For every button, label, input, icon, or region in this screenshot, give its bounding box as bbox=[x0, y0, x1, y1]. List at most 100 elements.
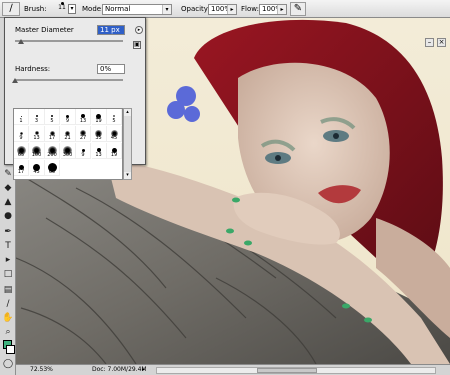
quick-mask-icon[interactable]: ◯ bbox=[2, 358, 14, 370]
flow-label: Flow: bbox=[241, 5, 259, 13]
master-diameter-label: Master Diameter bbox=[15, 26, 74, 34]
fill-tool-icon[interactable]: ◆ bbox=[2, 182, 14, 194]
brush-preset-size: 17 bbox=[48, 135, 56, 141]
scroll-down-icon[interactable]: ▾ bbox=[124, 172, 131, 179]
brush-preset[interactable]: 13 bbox=[76, 109, 91, 125]
close-icon[interactable]: × bbox=[437, 38, 446, 47]
brush-preset-size: 5 bbox=[112, 118, 116, 124]
brush-tip-icon bbox=[20, 115, 22, 117]
brush-preset[interactable]: 17 bbox=[45, 126, 60, 142]
brush-preset-size: 19 bbox=[110, 152, 118, 158]
path-select-tool-icon[interactable]: ▸ bbox=[2, 254, 14, 266]
brush-preset-size: 300 bbox=[62, 152, 73, 158]
opacity-label: Opacity: bbox=[181, 5, 210, 13]
brush-preset[interactable]: 45 bbox=[107, 126, 122, 142]
new-preset-icon[interactable]: ▣ bbox=[133, 41, 141, 49]
picker-menu-icon[interactable]: ▸ bbox=[135, 26, 143, 34]
background-color-swatch[interactable] bbox=[6, 345, 15, 354]
type-tool-icon[interactable]: T bbox=[2, 240, 14, 252]
brush-preset-size: 45 bbox=[110, 135, 118, 141]
mode-select[interactable]: Normal ▾ bbox=[102, 4, 172, 15]
brush-preset[interactable]: 3 bbox=[29, 109, 45, 125]
brush-preset-preview[interactable]: 11 bbox=[57, 1, 67, 17]
preset-scrollbar[interactable]: ▴ ▾ bbox=[123, 108, 132, 180]
master-diameter-input[interactable]: 11 px bbox=[97, 25, 125, 35]
scrollbar-thumb[interactable] bbox=[257, 368, 317, 373]
brush-preset-size: 100 bbox=[31, 152, 42, 158]
status-bar: 72.53% Doc: 7.00M/29.4M ▸ bbox=[16, 364, 450, 375]
brush-tip-icon bbox=[113, 115, 115, 117]
blur-tool-icon[interactable]: ▲ bbox=[2, 196, 14, 208]
brush-preset[interactable]: 35 bbox=[91, 126, 107, 142]
zoom-tool-icon[interactable]: ⌕ bbox=[2, 326, 14, 338]
hand-tool-icon[interactable]: ✋ bbox=[2, 312, 14, 324]
chevron-down-icon: ▾ bbox=[162, 5, 171, 14]
brush-tool-icon[interactable]: ∕ bbox=[2, 2, 20, 16]
brush-preset[interactable]: 19 bbox=[91, 109, 107, 125]
airbrush-toggle-icon[interactable]: ✎ bbox=[290, 2, 306, 16]
brush-preset-size: 9 bbox=[65, 118, 70, 124]
notes-tool-icon[interactable]: ▤ bbox=[2, 284, 14, 296]
mode-label: Mode: bbox=[82, 5, 104, 13]
chevron-right-icon[interactable]: ▸ bbox=[227, 5, 236, 14]
brush-preset-size: 19 bbox=[95, 118, 102, 124]
hardness-slider[interactable] bbox=[15, 79, 123, 81]
slider-knob-icon[interactable] bbox=[12, 78, 18, 83]
brush-preset-size: 9 bbox=[81, 152, 85, 158]
document-size: Doc: 7.00M/29.4M bbox=[92, 366, 147, 373]
brush-preset[interactable]: 13 bbox=[29, 126, 45, 142]
brush-preset[interactable]: 21 bbox=[60, 126, 76, 142]
eyedropper-tool-icon[interactable]: ∕ bbox=[2, 298, 14, 310]
brush-preset-size: 17 bbox=[17, 169, 25, 175]
brush-preset-picker: Master Diameter 11 px ▸ ▣ Hardness: 0% 1… bbox=[4, 17, 146, 180]
brush-preset-size: 13 bbox=[95, 152, 102, 158]
pen-tool-icon[interactable]: ✒ bbox=[2, 226, 14, 238]
brush-preset-size: 35 bbox=[95, 135, 102, 141]
horizontal-scrollbar[interactable] bbox=[156, 367, 436, 374]
brush-preset-size: 45 bbox=[33, 169, 40, 175]
brush-preset[interactable]: 5 bbox=[107, 109, 122, 125]
brush-preset-size: 13 bbox=[33, 135, 40, 141]
brush-preset[interactable]: 27 bbox=[76, 126, 91, 142]
brush-preset[interactable]: 9 bbox=[76, 143, 91, 159]
mode-value: Normal bbox=[105, 5, 131, 13]
brush-preset[interactable]: 300 bbox=[60, 143, 76, 159]
brush-preset-size: 1 bbox=[19, 118, 23, 124]
brush-picker-button[interactable]: ▾ bbox=[68, 4, 76, 14]
brush-preset[interactable]: 5 bbox=[45, 109, 60, 125]
brush-preset[interactable]: 17 bbox=[14, 160, 29, 176]
brush-preset-size: 27 bbox=[79, 135, 87, 141]
brush-size: 11 bbox=[58, 4, 66, 11]
brush-preset-size: 9 bbox=[19, 135, 23, 141]
minimize-icon[interactable]: – bbox=[425, 38, 434, 47]
brush-tip-icon bbox=[51, 115, 53, 117]
brush-preset[interactable]: 9 bbox=[60, 109, 76, 125]
options-bar: ∕ Brush: 11 ▾ Mode: Normal ▾ Opacity: 10… bbox=[0, 0, 450, 18]
flow-input[interactable]: 100% ▸ bbox=[259, 4, 287, 15]
brush-preset[interactable]: 19 bbox=[107, 143, 122, 159]
brush-preset[interactable]: 65 bbox=[14, 143, 29, 159]
slider-knob-icon[interactable] bbox=[18, 39, 25, 44]
brush-preset[interactable]: 100 bbox=[29, 143, 45, 159]
status-menu-icon[interactable]: ▸ bbox=[142, 365, 145, 375]
chevron-right-icon[interactable]: ▸ bbox=[277, 5, 286, 14]
brush-preset-size: 65 bbox=[48, 169, 56, 175]
brush-preset-size: 3 bbox=[34, 118, 39, 124]
brush-preset[interactable]: 200 bbox=[45, 143, 60, 159]
brush-preset[interactable]: 9 bbox=[14, 126, 29, 142]
brush-preset[interactable]: 13 bbox=[91, 143, 107, 159]
hardness-input[interactable]: 0% bbox=[97, 64, 125, 74]
opacity-input[interactable]: 100% ▸ bbox=[208, 4, 237, 15]
brush-label: Brush: bbox=[24, 5, 47, 13]
brush-preset[interactable]: 45 bbox=[29, 160, 45, 176]
brush-preset[interactable]: 1 bbox=[14, 109, 29, 125]
scroll-up-icon[interactable]: ▴ bbox=[124, 109, 131, 116]
brush-preset-size: 5 bbox=[50, 118, 54, 124]
master-diameter-slider[interactable] bbox=[15, 40, 123, 42]
dodge-tool-icon[interactable]: ● bbox=[2, 210, 14, 222]
brush-preset[interactable]: 65 bbox=[45, 160, 60, 176]
shape-tool-icon[interactable]: □ bbox=[2, 268, 14, 280]
brush-preset-size: 65 bbox=[17, 152, 25, 158]
brush-preset-size: 200 bbox=[47, 152, 57, 158]
zoom-level[interactable]: 72.53% bbox=[30, 365, 53, 375]
